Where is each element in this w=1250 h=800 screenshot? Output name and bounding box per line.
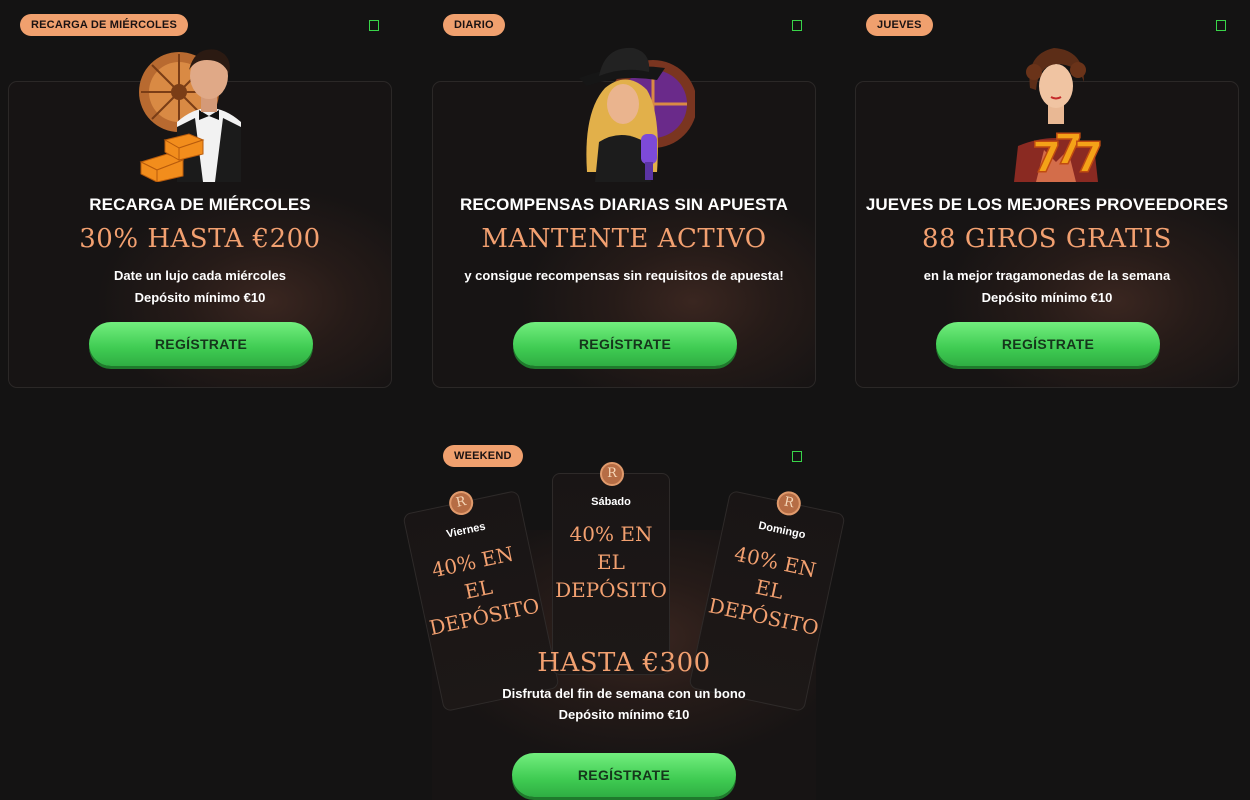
weekend-card-friday: R Viernes 40% EN EL DEPÓSITO [402,488,560,713]
weekend-day-offer: 40% EN EL DEPÓSITO [555,522,667,602]
weekend-day-label: Sábado [591,496,631,508]
promo-title: JUEVES DE LOS MEJORES PROVEEDORES [865,195,1229,214]
info-icon[interactable] [369,20,379,31]
weekend-card-sunday: R Domingo 40% EN EL DEPÓSITO [688,489,846,713]
brand-coin-icon: R [446,488,476,518]
gangster-girl-illustration [579,47,695,182]
weekend-day-offer: 40% EN EL DEPÓSITO [427,541,542,641]
promo-description-line: Date un lujo cada miércoles [114,268,286,283]
register-button[interactable]: REGÍSTRATE [89,322,313,366]
croupier-illustration [139,49,241,182]
promo-headline: MANTENTE ACTIVO [481,224,767,254]
promo-tag-wednesday: RECARGA DE MIÉRCOLES [20,14,188,36]
svg-text:7: 7 [1074,133,1103,182]
promo-headline: 30% HASTA €200 [79,224,321,254]
promo-tag-daily: DIARIO [443,14,505,36]
promo-card-daily: RECOMPENSAS DIARIAS SIN APUESTA MANTENTE… [432,47,816,388]
info-icon[interactable] [792,20,802,31]
promo-description: Date un lujo cada miércoles Depósito mín… [9,265,391,309]
weekend-headline: HASTA €300 [537,648,711,678]
promo-description-line: en la mejor tragamonedas de la semana [923,268,1171,283]
register-button[interactable]: REGÍSTRATE [936,322,1160,366]
min-deposit-text: Depósito mínimo €10 [981,290,1113,305]
weekend-description-line: Disfruta del fin de semana con un bono [502,686,746,701]
promo-title: RECARGA DE MIÉRCOLES [89,195,311,214]
promo-tag-weekend: WEEKEND [443,445,523,467]
min-deposit-text: Depósito mínimo €10 [558,707,690,722]
slot-lady-illustration: 777 [1014,48,1104,182]
info-icon[interactable] [792,451,802,462]
promo-title: RECOMPENSAS DIARIAS SIN APUESTA [459,195,789,214]
promo-description: y consigue recompensas sin requisitos de… [433,265,815,287]
register-button[interactable]: REGÍSTRATE [513,322,737,366]
weekend-description: Disfruta del fin de semana con un bono D… [432,683,816,725]
promo-headline: 88 GIROS GRATIS [922,224,1172,254]
brand-coin-icon: R [774,489,804,518]
promo-card-thursday: 777 JUEVES DE LOS MEJORES PROVEEDORES 88… [855,48,1239,388]
info-icon[interactable] [1216,20,1226,31]
promo-description: en la mejor tragamonedas de la semana De… [856,265,1238,309]
register-button[interactable]: REGÍSTRATE [512,753,736,797]
weekend-day-offer: 40% EN EL DEPÓSITO [706,541,821,641]
promo-tag-thursday: JUEVES [866,14,933,36]
promo-description-line: y consigue recompensas sin requisitos de… [464,268,784,283]
promo-card-wednesday: RECARGA DE MIÉRCOLES 30% HASTA €200 Date… [8,49,392,388]
min-deposit-text: Depósito mínimo €10 [134,290,266,305]
weekend-card-saturday: R Sábado 40% EN EL DEPÓSITO [552,462,670,675]
brand-coin-icon: R [600,462,624,486]
